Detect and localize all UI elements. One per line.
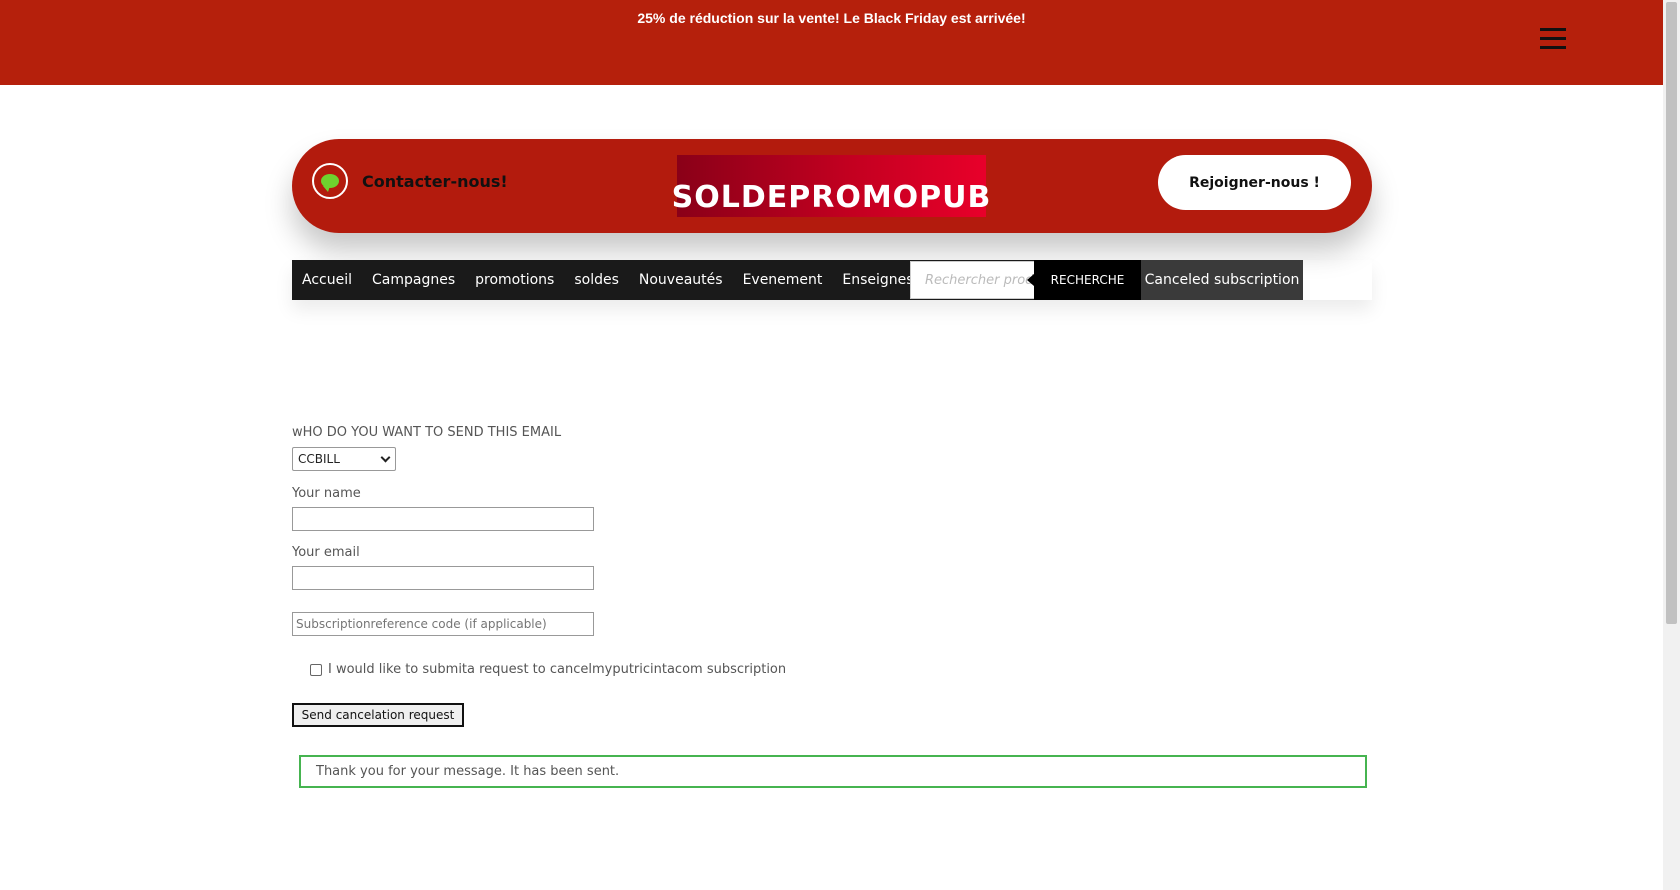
nav-item-evenement[interactable]: Evenement <box>733 260 833 300</box>
chat-bubble-icon <box>312 163 348 199</box>
nav-item-accueil[interactable]: Accueil <box>292 260 362 300</box>
cancel-consent-row: I would like to submita request to cance… <box>310 662 786 677</box>
recipient-select[interactable]: CCBILL <box>292 447 396 471</box>
cancel-consent-checkbox[interactable] <box>310 663 322 676</box>
nav-item-promotions[interactable]: promotions <box>465 260 564 300</box>
join-button[interactable]: Rejoigner-nous ! <box>1158 155 1351 210</box>
recipient-label: wHO DO YOU WANT TO SEND THIS EMAIL <box>292 425 562 440</box>
contact-label: Contacter-nous! <box>362 171 508 191</box>
page-scrollbar[interactable] <box>1663 0 1680 890</box>
name-label: Your name <box>292 486 361 501</box>
promo-text: 25% de réduction sur la vente! Le Black … <box>637 10 1026 26</box>
send-cancelation-button[interactable]: Send cancelation request <box>292 703 464 727</box>
search-input[interactable] <box>910 261 1035 299</box>
reference-code-field[interactable] <box>292 612 594 636</box>
nav-item-enseignes-label: Enseignes <box>842 272 914 288</box>
site-header: Contacter-nous! SOLDEPROMOPUB Rejoigner-… <box>292 139 1372 233</box>
email-field[interactable] <box>292 566 594 590</box>
promo-banner: 25% de réduction sur la vente! Le Black … <box>0 0 1663 85</box>
hamburger-menu-icon[interactable] <box>1540 28 1566 52</box>
chevron-down-icon <box>380 452 391 463</box>
nav-item-canceled-subscription[interactable]: Canceled subscription <box>1141 260 1303 300</box>
name-field[interactable] <box>292 507 594 531</box>
logo-text: SOLDEPROMOPUB <box>671 180 992 215</box>
search-button[interactable]: RECHERCHE <box>1027 260 1141 300</box>
nav-item-nouveautes[interactable]: Nouveautés <box>629 260 733 300</box>
site-logo[interactable]: SOLDEPROMOPUB <box>672 155 990 217</box>
success-message: Thank you for your message. It has been … <box>299 755 1367 788</box>
scrollbar-thumb[interactable] <box>1666 2 1677 624</box>
contact-link[interactable]: Contacter-nous! <box>312 163 508 199</box>
cancel-consent-label: I would like to submita request to cance… <box>328 662 787 677</box>
nav-item-campagnes[interactable]: Campagnes <box>362 260 465 300</box>
main-navigation: Accueil Campagnes promotions soldes Nouv… <box>292 260 1372 300</box>
recipient-selected-value: CCBILL <box>298 452 340 466</box>
email-label: Your email <box>292 545 360 560</box>
nav-item-soldes[interactable]: soldes <box>564 260 629 300</box>
